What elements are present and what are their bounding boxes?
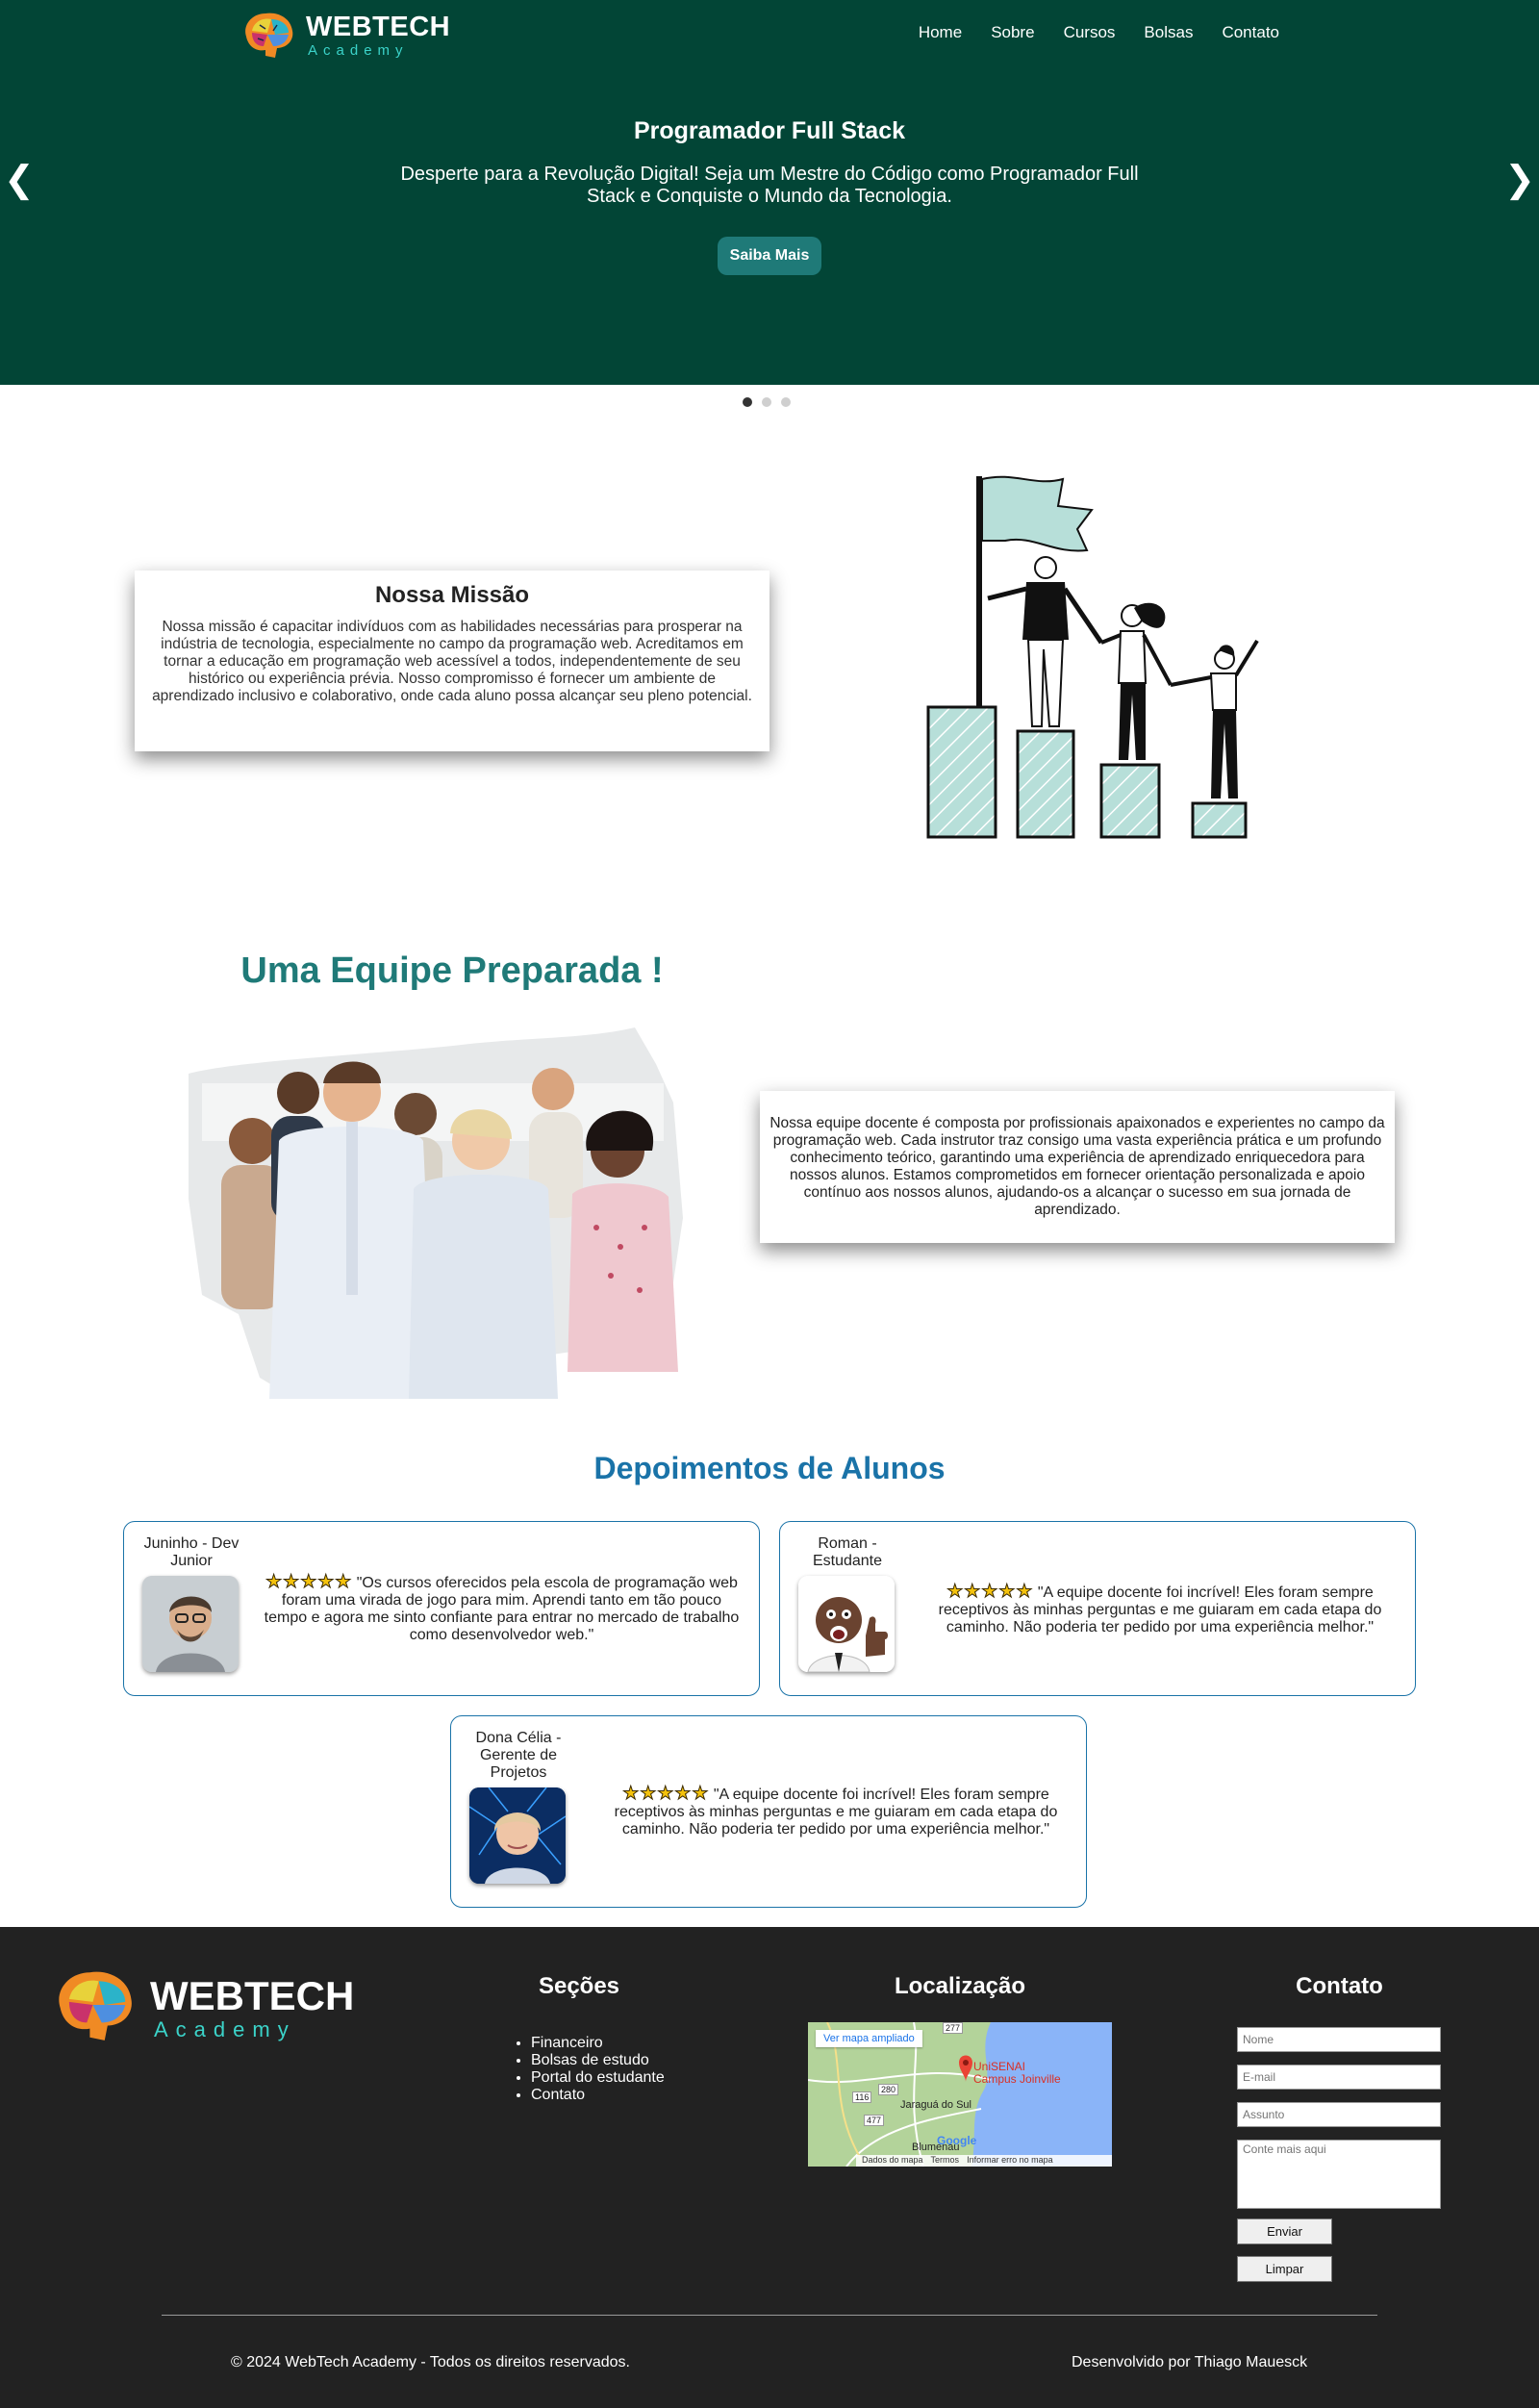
footer-logo[interactable]: WEBTECH Academy <box>46 1964 354 2050</box>
sections-list: Financeiro Bolsas de estudo Portal do es… <box>512 2035 665 2104</box>
testimonial-name: Roman - Estudante <box>812 1535 883 1569</box>
name-input[interactable] <box>1237 2027 1441 2052</box>
map-enlarge-link[interactable]: Ver mapa ampliado <box>816 2030 922 2047</box>
location-map[interactable]: Ver mapa ampliado UniSENAI Campus Joinvi… <box>808 2022 1112 2167</box>
section-link-portal[interactable]: Portal do estudante <box>531 2069 665 2087</box>
main-nav: Home Sobre Cursos Bolsas Contato <box>890 23 1279 42</box>
avatar-photo <box>142 1576 239 1672</box>
star-icon: ★★★★★ <box>946 1582 1034 1602</box>
clear-button[interactable]: Limpar <box>1237 2256 1332 2282</box>
map-road-116: 116 <box>852 2091 872 2103</box>
subject-input[interactable] <box>1237 2102 1441 2127</box>
copyright-text: © 2024 WebTech Academy - Todos os direit… <box>231 2354 630 2370</box>
section-link-financeiro[interactable]: Financeiro <box>531 2035 665 2052</box>
nav-cursos[interactable]: Cursos <box>1064 23 1116 42</box>
nav-home[interactable]: Home <box>919 23 962 42</box>
testimonial-card: Roman - Estudante ★★★★★ "A equipe docent… <box>779 1521 1416 1696</box>
team-photo <box>189 1027 683 1399</box>
map-road-277: 277 <box>943 2022 964 2034</box>
testimonial-card: Dona Célia - Gerente de Projetos ★★★★★ "… <box>450 1715 1087 1908</box>
map-report-link[interactable]: Informar erro no mapa <box>967 2155 1053 2167</box>
hero-carousel: WEBTECH Academy Home Sobre Cursos Bolsas… <box>0 0 1539 385</box>
testimonial-quote-wrap: ★★★★★ "A equipe docente foi incrível! El… <box>600 1784 1072 1838</box>
hero-title: Programador Full Stack <box>633 117 906 144</box>
testimonial-name: Dona Célia - Gerente de Projetos <box>475 1730 562 1781</box>
sections-title: Seções <box>538 1973 620 1999</box>
avatar <box>142 1576 239 1672</box>
carousel-indicators <box>743 397 791 407</box>
google-logo: Google <box>937 2134 977 2147</box>
message-textarea[interactable] <box>1237 2140 1441 2209</box>
map-pin-label-1: UniSENAI <box>973 2060 1026 2073</box>
team-success-illustration <box>926 475 1259 839</box>
carousel-dot-1[interactable] <box>743 397 752 407</box>
team-title: Uma Equipe Preparada ! <box>240 951 664 991</box>
footer-divider <box>162 2315 1377 2316</box>
carousel-dot-2[interactable] <box>762 397 771 407</box>
avatar-photo <box>798 1576 895 1672</box>
team-text: Nossa equipe docente é composta por prof… <box>770 1115 1385 1218</box>
map-terms-link[interactable]: Termos <box>931 2155 960 2167</box>
map-city-jaragua: Jaraguá do Sul <box>900 2099 971 2111</box>
map-road-280: 280 <box>878 2084 899 2095</box>
mission-text: Nossa missão é capacitar indivíduos com … <box>152 619 752 704</box>
section-link-contato[interactable]: Contato <box>531 2087 665 2104</box>
team-card: Nossa equipe docente é composta por prof… <box>760 1091 1395 1243</box>
testimonial-quote-wrap: ★★★★★ "A equipe docente foi incrível! El… <box>920 1582 1400 1636</box>
testimonial-name: Juninho - Dev Junior <box>143 1535 240 1569</box>
brain-logo-icon <box>59 1971 132 2040</box>
star-icon: ★★★★★ <box>265 1572 353 1592</box>
map-data-link[interactable]: Dados do mapa <box>862 2155 923 2167</box>
send-button[interactable]: Enviar <box>1237 2218 1332 2244</box>
brand-subtitle: Academy <box>308 42 409 59</box>
carousel-dot-3[interactable] <box>781 397 791 407</box>
avatar-photo <box>469 1787 566 1884</box>
footer: WEBTECH Academy Seções Financeiro Bolsas… <box>0 1927 1539 2408</box>
nav-sobre[interactable]: Sobre <box>991 23 1034 42</box>
map-attribution-bar: Dados do mapa Termos Informar erro no ma… <box>856 2155 1112 2167</box>
map-pin-label: UniSENAI Campus Joinville <box>973 2061 1061 2086</box>
footer-brand-subtitle: Academy <box>154 2017 296 2041</box>
saiba-mais-button[interactable]: Saiba Mais <box>718 237 821 275</box>
mission-card: Nossa Missão Nossa missão é capacitar in… <box>135 570 770 751</box>
hero-text: Desperte para a Revolução Digital! Seja … <box>400 164 1139 207</box>
chevron-left-icon[interactable]: ❮ <box>4 162 35 198</box>
avatar <box>469 1787 566 1884</box>
star-icon: ★★★★★ <box>622 1784 710 1804</box>
brand-name: WEBTECH <box>306 12 451 42</box>
testimonial-card: Juninho - Dev Junior ★★★★★ "Os cursos of… <box>123 1521 760 1696</box>
testimonials-title: Depoimentos de Alunos <box>593 1451 946 1485</box>
avatar <box>798 1576 895 1672</box>
email-input[interactable] <box>1237 2065 1441 2090</box>
chevron-right-icon[interactable]: ❯ <box>1504 162 1535 198</box>
section-link-bolsas[interactable]: Bolsas de estudo <box>531 2052 665 2069</box>
mission-title: Nossa Missão <box>374 582 530 608</box>
header-logo[interactable]: WEBTECH Academy <box>239 8 450 59</box>
testimonial-quote-wrap: ★★★★★ "Os cursos oferecidos pela escola … <box>259 1572 744 1644</box>
location-title: Localização <box>894 1973 1026 1999</box>
contact-title: Contato <box>1296 1973 1383 1999</box>
developer-credit: Desenvolvido por Thiago Mauesck <box>1072 2354 1308 2370</box>
map-pin-label-2: Campus Joinville <box>973 2072 1061 2086</box>
nav-contato[interactable]: Contato <box>1222 23 1279 42</box>
footer-brand-name: WEBTECH <box>150 1973 355 2018</box>
brain-logo-icon <box>245 13 293 58</box>
nav-bolsas[interactable]: Bolsas <box>1144 23 1193 42</box>
map-road-477: 477 <box>864 2115 885 2126</box>
